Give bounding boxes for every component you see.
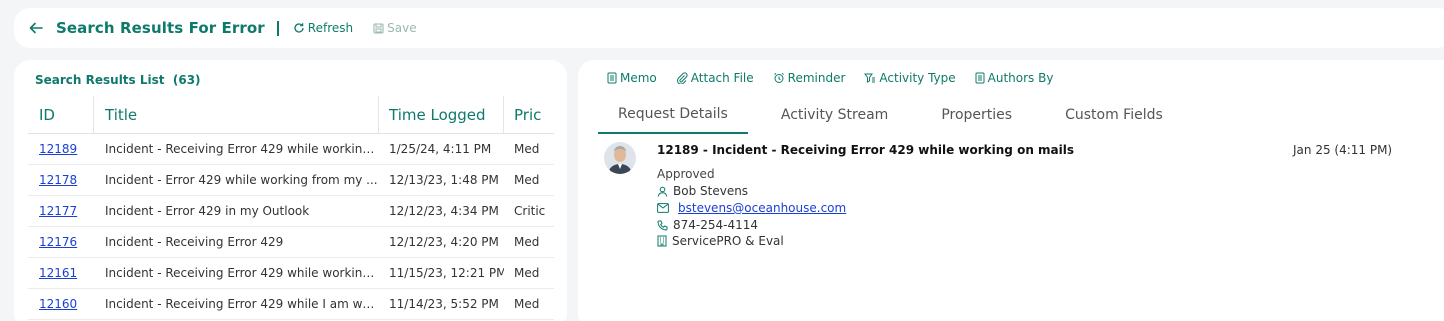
- request-id-link[interactable]: 12176: [39, 235, 77, 249]
- document-list-icon: [975, 72, 985, 84]
- cell-title: Incident - Error 429 in my Outlook: [105, 204, 310, 218]
- authors-by-button[interactable]: Authors By: [975, 71, 1054, 85]
- cell-id: 12178: [28, 173, 94, 187]
- search-results-panel: Search Results List (63) ID Title Time L…: [14, 60, 567, 321]
- table-row[interactable]: 12160 Incident - Receiving Error 429 whil…: [28, 289, 554, 320]
- alarm-clock-icon: [773, 72, 784, 83]
- table-row[interactable]: 12177 Incident - Error 429 in my Outlook 1…: [28, 196, 554, 227]
- attach-file-label: Attach File: [690, 71, 754, 85]
- attach-file-button[interactable]: Attach File: [676, 71, 754, 85]
- cell-time-logged: 11/14/23, 5:52 PM: [389, 297, 499, 311]
- cell-title: Incident - Receiving Error 429 while I a…: [105, 297, 379, 311]
- save-label: Save: [387, 21, 417, 35]
- cell-priority: Med: [514, 297, 540, 311]
- paperclip-icon: [676, 72, 688, 84]
- request-date: Jan 25 (4:11 PM): [1293, 143, 1393, 157]
- table-row[interactable]: 12178 Incident - Error 429 while working …: [28, 165, 554, 196]
- cell-priority: Med: [514, 235, 540, 249]
- requester-phone: 874-254-4114: [673, 218, 759, 232]
- table-header: ID Title Time Logged Pric: [28, 95, 554, 134]
- memo-icon: [607, 72, 617, 84]
- table-row[interactable]: 12161 Incident - Receiving Error 429 whil…: [28, 258, 554, 289]
- person-photo-icon: [604, 142, 636, 174]
- page-title: Search Results For Error: [56, 19, 265, 37]
- tab-activity-stream[interactable]: Activity Stream: [761, 96, 908, 134]
- cell-id: 12177: [28, 204, 94, 218]
- cell-title: Incident - Receiving Error 429: [105, 235, 284, 249]
- cell-id: 12176: [28, 235, 94, 249]
- column-header-time-logged[interactable]: Time Logged: [379, 95, 504, 134]
- save-button[interactable]: Save: [373, 21, 417, 35]
- refresh-button[interactable]: Refresh: [293, 21, 353, 35]
- action-toolbar: Memo Attach File Reminder Activity Type …: [607, 71, 1072, 85]
- cell-id: 12189: [28, 142, 94, 156]
- cell-priority: Med: [514, 173, 540, 187]
- results-table: ID Title Time Logged Pric 12189 Incident …: [28, 95, 554, 320]
- table-body: 12189 Incident - Receiving Error 429 whil…: [28, 134, 554, 320]
- activity-type-button[interactable]: Activity Type: [864, 71, 956, 85]
- results-list-label: Search Results List: [35, 73, 165, 87]
- cell-priority: Med: [514, 142, 540, 156]
- cell-id: 12161: [28, 266, 94, 280]
- refresh-label: Refresh: [307, 21, 354, 35]
- back-arrow-icon[interactable]: [28, 20, 44, 36]
- memo-button[interactable]: Memo: [607, 71, 657, 85]
- cell-time-logged: 12/13/23, 1:48 PM: [389, 173, 499, 187]
- building-icon: [657, 235, 667, 247]
- activity-type-label: Activity Type: [879, 71, 956, 85]
- cell-title: Incident - Receiving Error 429 while wor…: [105, 142, 379, 156]
- cell-time-logged: 12/12/23, 4:34 PM: [389, 204, 499, 218]
- envelope-icon: [657, 203, 669, 213]
- results-count: (63): [172, 73, 201, 87]
- detail-panel: Memo Attach File Reminder Activity Type …: [578, 60, 1444, 321]
- cell-id: 12160: [28, 297, 94, 311]
- cell-priority: Critic: [514, 204, 546, 218]
- refresh-icon: [294, 23, 304, 33]
- requester-email-link[interactable]: bstevens@oceanhouse.com: [678, 201, 846, 215]
- title-divider: [276, 20, 279, 36]
- request-heading: 12189 - Incident - Receiving Error 429 w…: [657, 143, 1075, 157]
- table-row[interactable]: 12189 Incident - Receiving Error 429 whil…: [28, 134, 554, 165]
- cell-time-logged: 1/25/24, 4:11 PM: [389, 142, 492, 156]
- requester-email-line: bstevens@oceanhouse.com: [657, 201, 846, 215]
- authors-by-label: Authors By: [987, 71, 1054, 85]
- detail-tabs: Request Details Activity Stream Properti…: [598, 96, 1196, 136]
- request-status: Approved: [657, 167, 715, 181]
- cell-title: Incident - Receiving Error 429 while wor…: [105, 266, 379, 280]
- cell-title: Incident - Error 429 while working from …: [105, 173, 378, 187]
- table-row[interactable]: 12176 Incident - Receiving Error 429 12/12…: [28, 227, 554, 258]
- cell-time-logged: 12/12/23, 4:20 PM: [389, 235, 499, 249]
- avatar: [604, 142, 636, 174]
- requester-company-line: ServicePRO & Eval: [657, 234, 784, 248]
- request-id-link[interactable]: 12177: [39, 204, 77, 218]
- column-header-priority[interactable]: Pric: [504, 96, 554, 134]
- tab-properties[interactable]: Properties: [921, 96, 1032, 134]
- requester-phone-line: 874-254-4114: [657, 218, 758, 232]
- filter-icon: [864, 73, 876, 83]
- results-list-title: Search Results List (63): [35, 73, 201, 87]
- requester-name: Bob Stevens: [673, 184, 749, 198]
- save-icon: [373, 22, 384, 34]
- request-id-link[interactable]: 12189: [39, 142, 77, 156]
- requester-company: ServicePRO & Eval: [672, 234, 784, 248]
- user-icon: [657, 186, 668, 197]
- memo-label: Memo: [620, 71, 657, 85]
- column-header-id[interactable]: ID: [28, 95, 94, 134]
- request-id-link[interactable]: 12161: [39, 266, 77, 280]
- column-header-title[interactable]: Title: [94, 95, 379, 134]
- reminder-label: Reminder: [787, 71, 846, 85]
- tab-request-details[interactable]: Request Details: [598, 96, 748, 134]
- reminder-button[interactable]: Reminder: [773, 71, 846, 85]
- request-id-link[interactable]: 12178: [39, 173, 77, 187]
- phone-icon: [657, 220, 668, 231]
- request-id-link[interactable]: 12160: [39, 297, 77, 311]
- top-bar: Search Results For Error Refresh Save: [14, 8, 1444, 48]
- tab-custom-fields[interactable]: Custom Fields: [1045, 96, 1183, 134]
- requester-name-line: Bob Stevens: [657, 184, 748, 198]
- cell-time-logged: 11/15/23, 12:21 PM: [389, 266, 504, 280]
- cell-priority: Med: [514, 266, 540, 280]
